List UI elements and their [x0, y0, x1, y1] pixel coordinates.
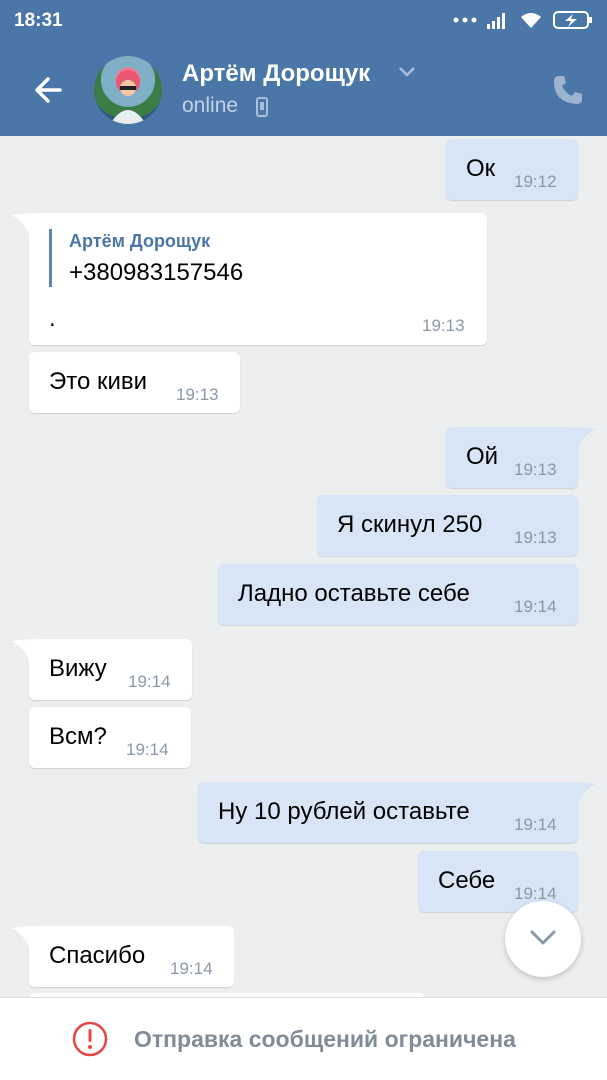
avatar[interactable]: [94, 56, 162, 124]
message-bubble-outgoing[interactable]: Я скинул 250 19:13: [317, 495, 578, 556]
chat-header: Артём Дорощук online: [0, 42, 607, 136]
chevron-down-icon: [530, 930, 556, 945]
chevron-down-icon[interactable]: [398, 66, 416, 78]
contact-name[interactable]: Артём Дорощук: [182, 60, 370, 88]
restriction-text: Отправка сообщений ограничена: [134, 1026, 516, 1052]
message-time: 19:13: [514, 460, 557, 479]
message-time: 19:14: [514, 815, 557, 834]
message-bubble-incoming[interactable]: Это киви 19:13: [29, 352, 240, 413]
phone-device-icon: [256, 97, 268, 117]
message-text: Всм?: [49, 723, 107, 750]
forward-author[interactable]: Артём Дорощук: [69, 231, 210, 252]
message-time: 19:14: [170, 959, 213, 978]
contact-status: online: [182, 94, 239, 117]
bubble-tail: [576, 782, 596, 808]
message-bubble-outgoing[interactable]: Ну 10 рублей оставьте 19:14: [198, 782, 596, 843]
more-icon: [453, 17, 477, 23]
wifi-icon: [521, 13, 541, 28]
bubble-tail: [576, 427, 596, 453]
message-text: Ой: [466, 443, 499, 470]
status-bar: 18:31: [0, 0, 607, 42]
message-text: Ну 10 рублей оставьте: [218, 798, 470, 825]
message-text: Ок: [466, 155, 496, 182]
message-text: Ладно оставьте себе: [238, 580, 470, 607]
forward-quote-bar: [49, 229, 52, 287]
message-text: Я скинул 250: [337, 511, 483, 538]
message-bubble-outgoing[interactable]: Ой 19:13: [446, 427, 596, 488]
message-time: 19:14: [128, 672, 171, 691]
message-time: 19:13: [514, 528, 557, 547]
message-text: Это киви: [49, 368, 148, 395]
messaging-restricted-bar: Отправка сообщений ограничена: [0, 997, 607, 1080]
message-time: 19:14: [514, 597, 557, 616]
message-time: 19:14: [126, 740, 169, 759]
message-bubble-forwarded[interactable]: Артём Дорощук +380983157546 . 19:13: [11, 213, 487, 345]
message-text: .: [49, 305, 56, 332]
message-bubble-outgoing[interactable]: Ок 19:12: [446, 139, 578, 200]
phone-icon[interactable]: [550, 72, 586, 108]
message-time: 19:13: [422, 316, 465, 335]
status-icons: [453, 10, 593, 30]
message-time: 19:13: [176, 385, 219, 404]
message-text: Вижу: [49, 655, 107, 682]
bubble-tail: [11, 213, 31, 239]
scroll-down-button[interactable]: [505, 901, 581, 977]
arrow-left-icon[interactable]: [28, 70, 68, 110]
message-bubble-incoming[interactable]: Спасибо 19:14: [11, 926, 234, 987]
status-time: 18:31: [14, 10, 63, 31]
battery-charging-icon: [553, 11, 592, 29]
message-bubble-incoming[interactable]: Вижу 19:14: [11, 639, 192, 700]
forward-text: +380983157546: [69, 259, 244, 286]
bubble-tail: [11, 639, 31, 665]
avatar-image: [110, 70, 146, 124]
message-bubble-outgoing[interactable]: Ладно оставьте себе 19:14: [218, 564, 578, 625]
exclamation-circle-icon: [72, 1021, 108, 1057]
signal-icon: [487, 13, 505, 29]
message-time: 19:12: [514, 172, 557, 191]
bubble-tail: [11, 926, 31, 952]
message-bubble-incoming[interactable]: Всм? 19:14: [29, 707, 191, 768]
message-text: Спасибо: [49, 942, 146, 969]
message-text: Себе: [438, 867, 496, 894]
